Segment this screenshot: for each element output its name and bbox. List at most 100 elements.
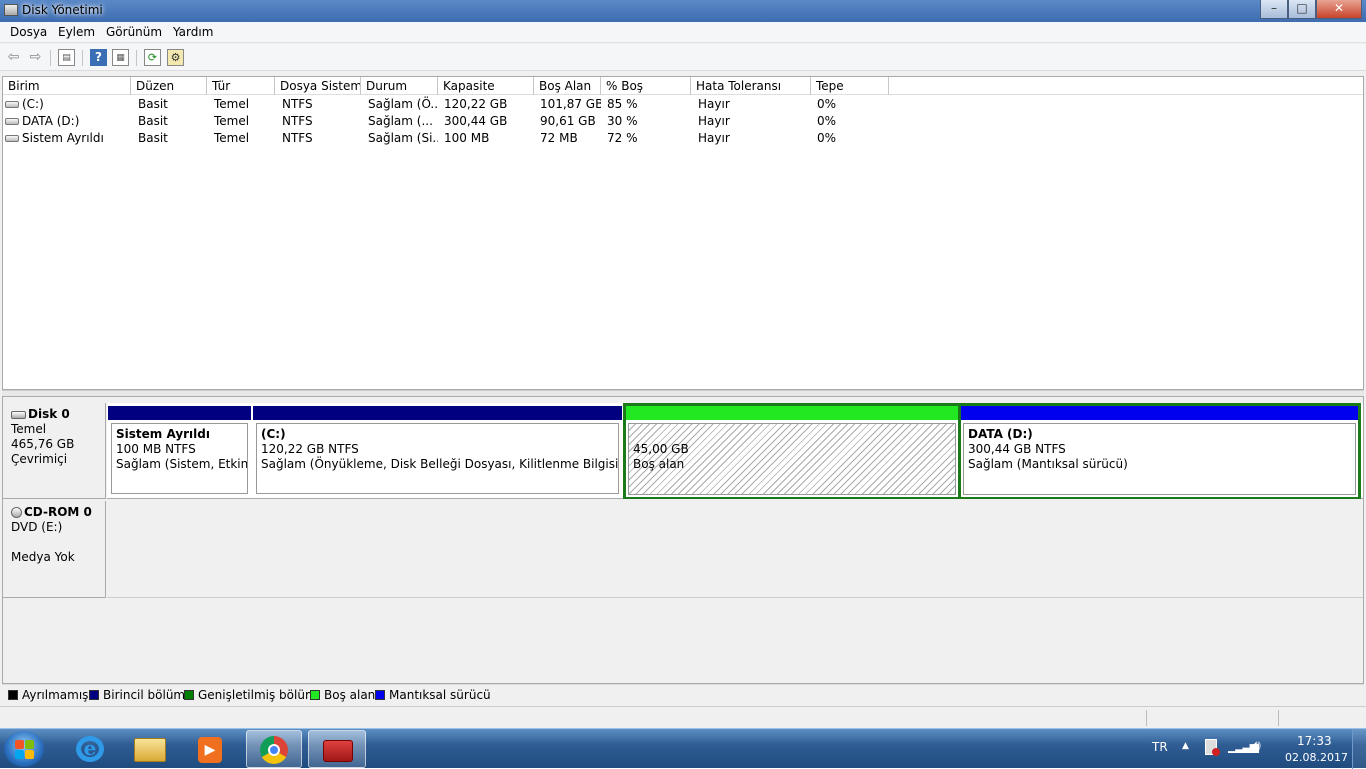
- cell-birim: (C:): [3, 96, 131, 113]
- legend-swatch: [89, 690, 99, 700]
- taskbar-computer-management[interactable]: [308, 730, 366, 768]
- language-indicator[interactable]: TR: [1152, 740, 1168, 754]
- close-button[interactable]: ✕: [1316, 0, 1362, 19]
- media-player-icon: ▶: [198, 737, 222, 763]
- column-header-tur[interactable]: Tür: [207, 77, 275, 95]
- disk-0-label[interactable]: Disk 0 Temel 465,76 GB Çevrimiçi: [3, 403, 106, 499]
- cell-tepe: 0%: [817, 131, 837, 145]
- status-bar: [0, 706, 1366, 728]
- help-icon[interactable]: ?: [90, 49, 107, 66]
- show-hidden-icons-icon[interactable]: ▲: [1182, 741, 1189, 751]
- partition-bar: [253, 406, 622, 420]
- cdrom-0-label[interactable]: CD-ROM 0 DVD (E:) Medya Yok: [3, 501, 106, 598]
- column-header-yuzde-bos[interactable]: % Boş: [601, 77, 691, 95]
- windows-logo-icon: [15, 750, 24, 759]
- cell-kapasite: 100 MB: [444, 131, 490, 145]
- partition-name: Sistem Ayrıldı: [116, 427, 210, 441]
- clock-time[interactable]: 17:33: [1297, 734, 1332, 748]
- cell-tepe: 0%: [817, 97, 837, 111]
- taskbar-chrome[interactable]: [246, 730, 302, 768]
- cell-birim: DATA (D:): [3, 113, 131, 130]
- refresh-icon[interactable]: ⟳: [144, 49, 161, 66]
- taskbar-internet-explorer[interactable]: e: [62, 730, 118, 768]
- disk-management-app-icon: [4, 4, 18, 16]
- column-header-duzen[interactable]: Düzen: [131, 77, 207, 95]
- legend-label: Boş alan: [324, 688, 376, 702]
- partition-bar: [108, 406, 251, 420]
- column-header-birim[interactable]: Birim: [3, 77, 131, 95]
- legend-swatch: [310, 690, 320, 700]
- column-header-hata-toleransi[interactable]: Hata Toleransı: [691, 77, 811, 95]
- taskbar-media-player[interactable]: ▶: [182, 730, 238, 768]
- partition-size: 120,22 GB NTFS: [261, 442, 359, 456]
- back-arrow-icon[interactable]: ⇦: [5, 49, 22, 66]
- volume-list-header: Birim Düzen Tür Dosya Sistemi Durum Kapa…: [3, 77, 1363, 95]
- partition-status: Sağlam (Sistem, Etkin, Bi: [116, 457, 248, 471]
- console-tree-icon[interactable]: ▤: [58, 49, 75, 66]
- disk-0-partitions: Sistem Ayrıldı 100 MB NTFS Sağlam (Siste…: [107, 403, 1363, 500]
- windows-logo-icon: [25, 740, 34, 749]
- file-explorer-icon: [134, 738, 166, 762]
- cdrom-0-row: CD-ROM 0 DVD (E:) Medya Yok: [3, 499, 1363, 598]
- cell-tur: Temel: [214, 114, 250, 128]
- computer-management-icon: [323, 740, 353, 762]
- column-header-dosya-sistemi[interactable]: Dosya Sistemi: [275, 77, 361, 95]
- hard-drive-icon: [5, 118, 19, 125]
- properties-icon[interactable]: ▦: [112, 49, 129, 66]
- cell-durum: Sağlam (Ö...: [368, 97, 438, 111]
- toolbar-separator: [82, 50, 83, 66]
- partition-size: 45,00 GB: [633, 442, 689, 456]
- title-bar[interactable]: Disk Yönetimi – □ ✕: [0, 0, 1366, 22]
- column-header-kapasite[interactable]: Kapasite: [438, 77, 534, 95]
- cell-dosya-sistemi: NTFS: [282, 97, 313, 111]
- legend-label: Genişletilmiş bölüm: [198, 688, 317, 702]
- partition-bar: [961, 406, 1358, 420]
- action-center-icon[interactable]: [1205, 739, 1220, 756]
- partition-data-d[interactable]: DATA (D:) 300,44 GB NTFS Sağlam (Mantıks…: [961, 403, 1361, 500]
- legend: Ayrılmamış Birincil bölüm Genişletilmiş …: [2, 684, 1364, 704]
- menu-eylem[interactable]: Eylem: [58, 25, 95, 39]
- legend-label: Birincil bölüm: [103, 688, 186, 702]
- clock-date[interactable]: 02.08.2017: [1285, 751, 1348, 764]
- legend-item-primary: Birincil bölüm: [89, 688, 185, 702]
- menu-gorunum[interactable]: Görünüm: [106, 25, 162, 39]
- taskbar-file-explorer[interactable]: [122, 730, 178, 768]
- maximize-button[interactable]: □: [1288, 0, 1316, 19]
- toolbar: ⇦ ⇨ ▤ ? ▦ ⟳ ⚙: [0, 44, 1366, 71]
- menu-bar: Dosya Eylem Görünüm Yardım: [0, 22, 1366, 43]
- menu-yardim[interactable]: Yardım: [173, 25, 213, 39]
- column-header-tepe[interactable]: Tepe: [811, 77, 889, 95]
- settings-icon[interactable]: ⚙: [167, 49, 184, 66]
- partition-system-reserved[interactable]: Sistem Ayrıldı 100 MB NTFS Sağlam (Siste…: [108, 406, 251, 497]
- volume-icon[interactable]: 🔊︎: [1252, 738, 1261, 754]
- cell-bos-alan: 90,61 GB: [540, 114, 596, 128]
- start-button[interactable]: [4, 731, 44, 767]
- menu-dosya[interactable]: Dosya: [10, 25, 47, 39]
- cell-dosya-sistemi: NTFS: [282, 131, 313, 145]
- table-row[interactable]: DATA (D:) Basit Temel NTFS Sağlam (... 3…: [3, 113, 1363, 130]
- disk-graphical-view: Disk 0 Temel 465,76 GB Çevrimiçi Sistem …: [2, 396, 1364, 684]
- forward-arrow-icon[interactable]: ⇨: [27, 49, 44, 66]
- cell-bos-alan: 72 MB: [540, 131, 578, 145]
- partition-status: Sağlam (Mantıksal sürücü): [968, 457, 1128, 471]
- cdrom-0-area: [107, 499, 1363, 598]
- windows-logo-icon: [25, 750, 34, 759]
- legend-label: Ayrılmamış: [22, 688, 89, 702]
- cdrom-spacer: [11, 535, 105, 550]
- partition-free-space[interactable]: 45,00 GB Boş alan: [623, 403, 961, 500]
- cell-duzen: Basit: [138, 114, 168, 128]
- cell-duzen: Basit: [138, 97, 168, 111]
- cell-hata-toleransi: Hayır: [698, 131, 730, 145]
- cell-durum: Sağlam (...: [368, 114, 433, 128]
- chrome-icon: [260, 736, 288, 764]
- show-desktop-button[interactable]: [1352, 729, 1366, 769]
- table-row[interactable]: Sistem Ayrıldı Basit Temel NTFS Sağlam (…: [3, 130, 1363, 147]
- table-row[interactable]: (C:) Basit Temel NTFS Sağlam (Ö... 120,2…: [3, 96, 1363, 113]
- column-header-durum[interactable]: Durum: [361, 77, 438, 95]
- partition-c[interactable]: (C:) 120,22 GB NTFS Sağlam (Önyükleme, D…: [253, 406, 622, 497]
- disk-type: Temel: [11, 422, 47, 436]
- partition-bar: [626, 406, 958, 420]
- column-header-bos-alan[interactable]: Boş Alan: [534, 77, 601, 95]
- minimize-button[interactable]: –: [1260, 0, 1288, 19]
- window-title: Disk Yönetimi: [22, 3, 103, 17]
